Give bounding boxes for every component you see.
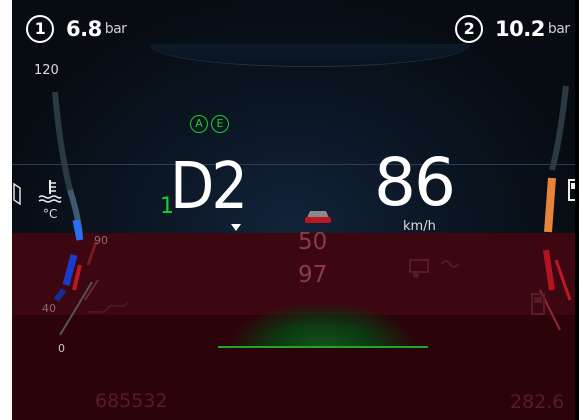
cruise-set-speed: 97: [298, 262, 328, 288]
circuit-2-badge: 2: [455, 15, 483, 43]
speed-limit-value: 50: [298, 229, 328, 255]
vehicle-speed: 86: [374, 144, 456, 221]
gear-down-indicator-icon: [231, 224, 241, 231]
temp-scale-40: 40: [42, 302, 56, 315]
screen-frame-right: [575, 0, 579, 420]
speed-scale-120: 120: [34, 63, 59, 78]
instrument-cluster: { "brake_pressure": { "circuit1": {"labe…: [0, 0, 579, 420]
temp-scale-0: 0: [58, 342, 65, 355]
trailer-icon: [409, 259, 459, 278]
lane-line: [218, 346, 428, 348]
circuit-2-pressure-value: 10.2: [495, 17, 545, 41]
road-glow: [228, 292, 418, 347]
car-ahead-icon: [305, 211, 331, 223]
mode-a-indicator: A: [190, 115, 208, 133]
circuit-1-pressure-unit: bar: [104, 21, 127, 37]
door-icon: [13, 182, 21, 206]
brake-pressure-circuit-2: 2 10.2 bar: [455, 15, 570, 43]
trip-meter: 282.6: [510, 391, 565, 413]
current-gear: D2: [170, 150, 248, 224]
brake-pressure-circuit-1: 1 6.8 bar: [26, 15, 127, 43]
fuel-level-icon: [531, 293, 545, 315]
circuit-1-badge: 1: [26, 15, 54, 43]
coolant-temperature-icon: °C: [38, 180, 62, 221]
temp-scale-90: 90: [94, 234, 108, 247]
oil-pressure-icon: [88, 301, 129, 313]
transmission-mode-indicators: AE: [190, 112, 232, 133]
circuit-1-pressure-value: 6.8: [66, 17, 102, 41]
gauge-arcs: [52, 85, 572, 336]
odometer: 685532: [95, 390, 168, 412]
circuit-2-pressure-unit: bar: [547, 21, 570, 37]
speed-unit: km/h: [403, 219, 436, 234]
mode-e-indicator: E: [211, 115, 229, 133]
coolant-temperature-unit: °C: [43, 207, 57, 221]
